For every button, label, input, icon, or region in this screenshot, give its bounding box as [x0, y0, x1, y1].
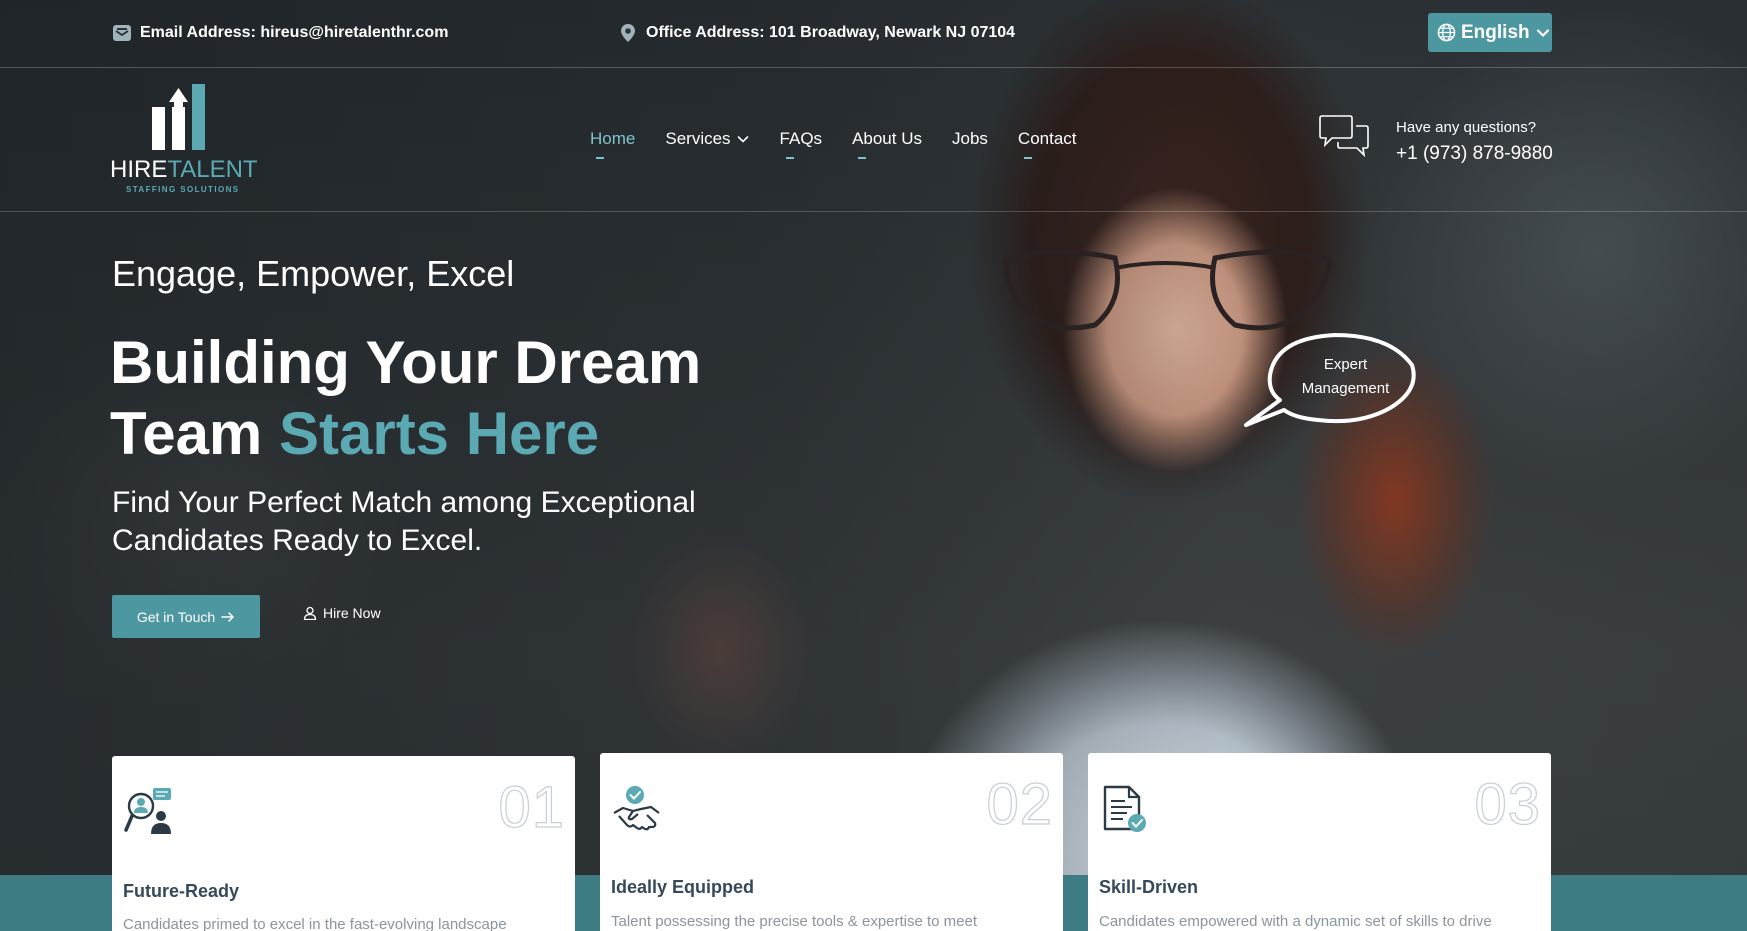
site-header: HIRETALENT STAFFING SOLUTIONS Home Servi…	[0, 69, 1747, 212]
card-title: Future-Ready	[123, 881, 240, 901]
headline-plain: Team	[110, 400, 279, 467]
hero-headline: Building Your Dream Team Starts Here	[110, 327, 701, 469]
card-number: 01	[498, 774, 565, 840]
checked-document-icon	[1103, 785, 1146, 832]
main-nav: Home Services FAQs About Us Jobs Contact	[590, 129, 1107, 159]
logo-mark-icon	[152, 84, 205, 150]
card-title: Ideally Equipped	[611, 877, 755, 897]
hover-indicator	[1023, 157, 1032, 159]
hire-now-button[interactable]: Hire Now	[303, 605, 381, 621]
map-pin-icon	[618, 23, 638, 43]
phone-number[interactable]: +1 (973) 878-9880	[1396, 143, 1553, 165]
hover-indicator	[785, 157, 794, 159]
email-text: Email Address: hireus@hiretalenthr.com	[140, 24, 449, 41]
headline-accent: Starts Here	[278, 400, 600, 467]
nav-home-label: Home	[590, 129, 636, 148]
nav-jobs[interactable]: Jobs	[952, 129, 988, 149]
bubble-text: Expert Management	[1301, 356, 1390, 397]
card-number: 02	[986, 771, 1053, 837]
nav-contact-label: Contact	[1017, 129, 1077, 148]
logo-hire: HIRE	[110, 156, 168, 183]
get-in-touch-label: Get in Touch	[136, 608, 216, 625]
get-in-touch-button[interactable]: Get in Touch	[112, 595, 260, 638]
headline-line-1: Building Your Dream	[110, 329, 702, 396]
chevron-down-icon	[1536, 26, 1550, 40]
card-number: 03	[1474, 771, 1541, 837]
site-logo[interactable]: HIRETALENT STAFFING SOLUTIONS	[110, 84, 262, 196]
nav-about[interactable]: About Us	[852, 129, 922, 159]
headline-line-2: Team Starts Here	[110, 398, 701, 469]
nav-faqs-label: FAQs	[779, 129, 823, 148]
globe-icon	[1437, 23, 1456, 42]
envelope-icon	[112, 23, 132, 43]
card-description: Candidates primed to excel in the fast-e…	[123, 916, 507, 931]
language-selector[interactable]: English	[1428, 13, 1552, 52]
arrow-right-icon	[221, 610, 235, 624]
card-description: Talent possessing the precise tools & ex…	[611, 913, 978, 930]
chevron-down-icon	[736, 132, 750, 146]
nav-services-label: Services	[665, 129, 731, 148]
language-label: English	[1461, 21, 1530, 43]
address-info: Office Address: 101 Broadway, Newark NJ …	[618, 23, 1015, 43]
top-bar: Email Address: hireus@hiretalenthr.com O…	[0, 0, 1747, 68]
feature-card-3: 03 Skill-Driven Candidates empowered wit…	[1088, 753, 1551, 931]
feature-card-1: 01 Future-Ready Candidates primed to exc…	[112, 756, 575, 931]
email-info[interactable]: Email Address: hireus@hiretalenthr.com	[112, 23, 448, 43]
nav-contact[interactable]: Contact	[1017, 129, 1077, 159]
logo-wordmark: HIRETALENT	[110, 156, 258, 184]
nav-about-label: About Us	[852, 129, 922, 148]
talent-search-icon	[124, 788, 171, 834]
address-text: Office Address: 101 Broadway, Newark NJ …	[646, 24, 1016, 41]
questions-label: Have any questions?	[1396, 119, 1537, 136]
hire-now-label: Hire Now	[323, 605, 381, 621]
card-title: Skill-Driven	[1099, 877, 1199, 897]
nav-services[interactable]: Services	[665, 129, 749, 149]
active-indicator	[596, 157, 604, 159]
logo-talent: TALENT	[167, 156, 258, 183]
handshake-icon	[613, 786, 660, 831]
card-description: Candidates empowered with a dynamic set …	[1099, 913, 1492, 930]
logo-subtitle: STAFFING SOLUTIONS	[126, 185, 240, 194]
feature-card-2: 02 Ideally Equipped Talent possessing th…	[600, 753, 1063, 931]
hover-indicator	[858, 157, 867, 159]
hero-subtext: Find Your Perfect Match among Exceptiona…	[112, 486, 696, 557]
nav-faqs[interactable]: FAQs	[779, 129, 823, 159]
chat-bubbles-icon	[1319, 115, 1369, 158]
hero-tagline: Engage, Empower, Excel	[112, 253, 515, 294]
nav-jobs-label: Jobs	[952, 129, 988, 148]
user-icon	[303, 606, 317, 620]
nav-home[interactable]: Home	[590, 129, 636, 159]
